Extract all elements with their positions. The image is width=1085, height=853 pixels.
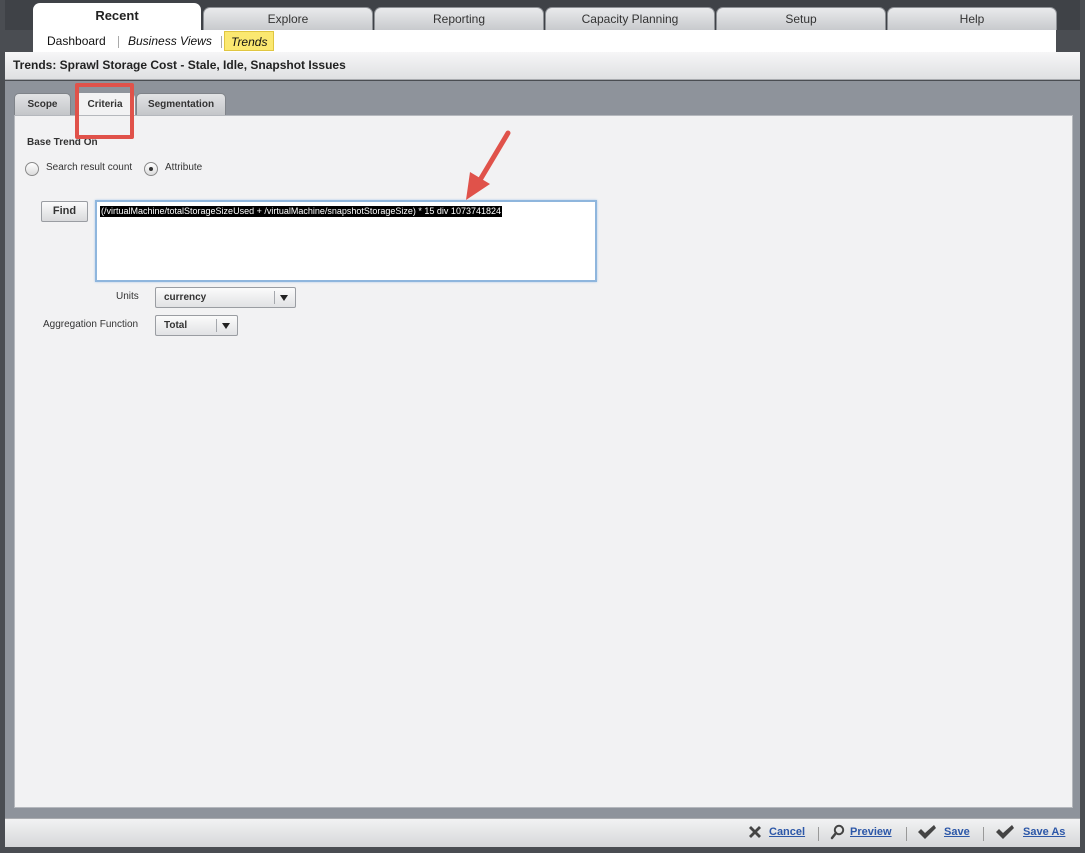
units-label: Units <box>116 291 139 302</box>
save-as-link[interactable]: Save As <box>1023 826 1065 838</box>
checkmark-icon <box>996 825 1014 839</box>
chevron-down-icon <box>280 295 288 301</box>
expression-textarea[interactable]: (/virtualMachine/totalStorageSizeUsed + … <box>95 200 597 282</box>
aggregation-select[interactable]: Total <box>155 315 238 336</box>
tab-help[interactable]: Help <box>887 7 1057 30</box>
radio-attribute-label: Attribute <box>165 162 203 173</box>
page-title: Trends: Sprawl Storage Cost - Stale, Idl… <box>13 58 346 72</box>
subnav-dashboard[interactable]: Dashboard <box>41 31 112 51</box>
criteria-highlight-box <box>75 83 134 139</box>
expression-text: (/virtualMachine/totalStorageSizeUsed + … <box>100 206 502 217</box>
subnav-separator <box>118 36 119 48</box>
annotation-arrow-icon <box>466 130 511 200</box>
radio-attribute[interactable] <box>144 162 158 176</box>
radio-selected-dot <box>149 167 153 171</box>
aggregation-label: Aggregation Function <box>43 319 139 330</box>
select-divider <box>216 319 217 332</box>
sub-nav: Dashboard Business Views Trends <box>33 30 1056 52</box>
action-bar: Cancel Preview Save Save As <box>5 818 1080 847</box>
title-bar: Trends: Sprawl Storage Cost - Stale, Idl… <box>5 52 1080 80</box>
units-value: currency <box>164 292 207 303</box>
subnav-separator <box>221 36 222 48</box>
tab-scope[interactable]: Scope <box>14 93 71 115</box>
action-separator <box>983 827 984 841</box>
subnav-business-views[interactable]: Business Views <box>122 31 218 51</box>
chevron-down-icon <box>222 323 230 329</box>
checkmark-icon <box>918 825 936 839</box>
find-button[interactable]: Find <box>41 201 88 222</box>
app-window: Recent Explore Reporting Capacity Planni… <box>0 0 1085 853</box>
cancel-link[interactable]: Cancel <box>769 826 805 838</box>
content-area: Scope Criteria Segmentation <box>5 81 1080 818</box>
tab-explore[interactable]: Explore <box>203 7 373 30</box>
tab-segmentation[interactable]: Segmentation <box>136 93 226 115</box>
preview-link[interactable]: Preview <box>850 826 892 838</box>
save-link[interactable]: Save <box>944 826 970 838</box>
radio-search-result-count[interactable] <box>25 162 39 176</box>
tab-setup[interactable]: Setup <box>716 7 886 30</box>
action-separator <box>906 827 907 841</box>
subnav-trends[interactable]: Trends <box>224 31 275 51</box>
tab-recent[interactable]: Recent <box>33 3 201 32</box>
magnifier-icon <box>830 824 845 840</box>
main-tab-bar: Recent Explore Reporting Capacity Planni… <box>5 0 1080 32</box>
tab-capacity-planning[interactable]: Capacity Planning <box>545 7 715 30</box>
radio-search-result-count-label: Search result count <box>46 162 133 173</box>
cancel-x-icon <box>749 826 761 838</box>
aggregation-value: Total <box>164 320 188 331</box>
tab-reporting[interactable]: Reporting <box>374 7 544 30</box>
units-select[interactable]: currency <box>155 287 296 308</box>
action-separator <box>818 827 819 841</box>
select-divider <box>274 291 275 304</box>
